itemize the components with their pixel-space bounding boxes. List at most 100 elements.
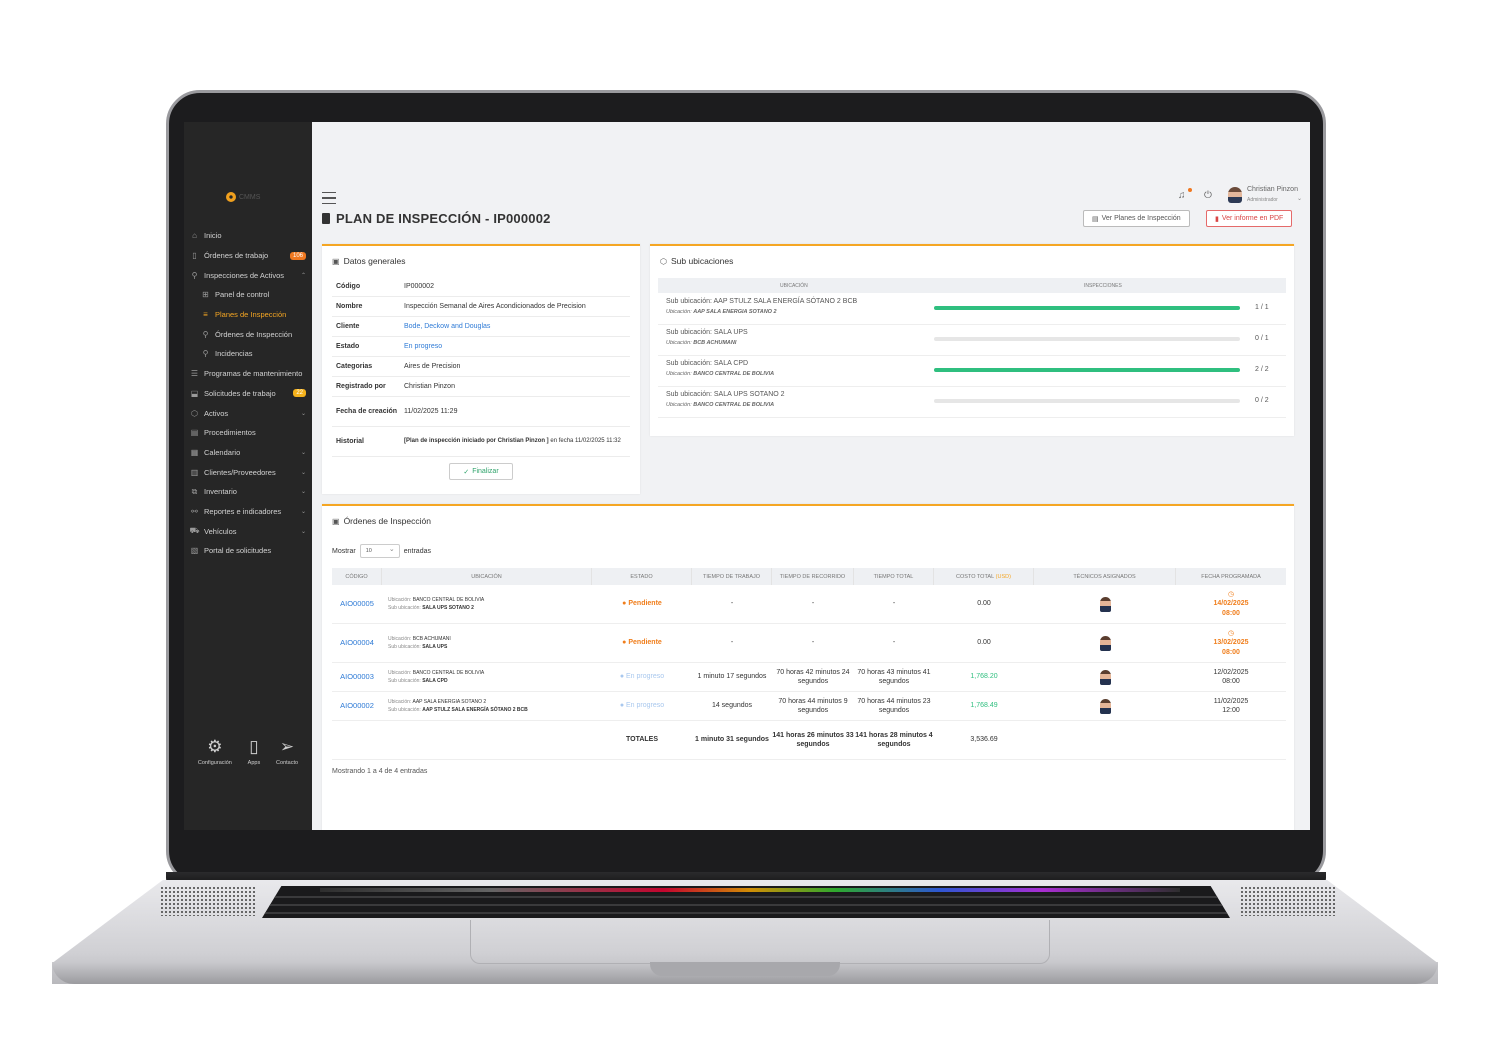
fecha-time: 08:00 bbox=[1222, 678, 1240, 685]
column-header[interactable]: FECHA PROGRAMADA bbox=[1176, 568, 1286, 585]
order-code-link[interactable]: AIO00003 bbox=[340, 672, 374, 682]
trabajo-cell: - bbox=[730, 639, 734, 647]
sidebar-item-inspecciones[interactable]: ⚲ Inspecciones de Activos ⌃ bbox=[184, 265, 312, 285]
column-header[interactable]: ESTADO bbox=[592, 568, 692, 585]
prefix: Sub ubicación: bbox=[666, 360, 712, 367]
trabajo-cell: 14 segundos bbox=[711, 702, 753, 710]
location-cell: Ubicación: BANCO CENTRAL DE BOLIVIA Sub … bbox=[382, 585, 592, 623]
avatar[interactable] bbox=[1099, 635, 1111, 651]
ordenes-inspeccion-card: ▣Órdenes de Inspección Mostrar 10 entrad… bbox=[322, 504, 1294, 830]
sidebar-item-portal[interactable]: ▧ Portal de solicitudes bbox=[184, 541, 312, 561]
avatar[interactable] bbox=[1099, 596, 1111, 612]
recorrido-cell: - bbox=[811, 639, 815, 647]
prefix: Ubicación: bbox=[388, 636, 412, 642]
sidebar-item-panel-control[interactable]: ⊞ Panel de control bbox=[184, 285, 312, 305]
sidebar-item-clientes[interactable]: ▥ Clientes/Proveedores ⌄ bbox=[184, 462, 312, 482]
tecnicos-cell bbox=[1034, 663, 1176, 691]
tecnicos-cell bbox=[1034, 624, 1176, 662]
progress-count: 1 / 1 bbox=[1255, 304, 1269, 311]
order-code-link[interactable]: AIO00005 bbox=[340, 599, 374, 609]
sidebar-item-activos[interactable]: ⬡ Activos ⌄ bbox=[184, 403, 312, 423]
sidebar-item-procedimientos[interactable]: ▤ Procedimientos bbox=[184, 423, 312, 443]
page-size-select[interactable]: 10 bbox=[359, 544, 400, 558]
fecha-cell: 11/02/2025 12:00 bbox=[1176, 692, 1286, 720]
avatar[interactable] bbox=[1099, 698, 1111, 714]
column-header[interactable]: TIEMPO DE TRABAJO bbox=[692, 568, 772, 585]
column-header[interactable]: COSTO TOTAL (USD) bbox=[934, 568, 1034, 585]
sidebar-item-calendario[interactable]: ▦ Calendario ⌄ bbox=[184, 443, 312, 463]
card-title-text: Sub ubicaciones bbox=[670, 256, 734, 266]
progress-fill bbox=[934, 306, 1240, 310]
tool-label: Contacto bbox=[276, 760, 299, 766]
power-icon[interactable]: ⏻ bbox=[1204, 190, 1212, 201]
sidebar-item-label: Planes de Inspección bbox=[215, 310, 287, 320]
chevron-down-icon[interactable]: ⌄ bbox=[1297, 195, 1302, 202]
speaker-left bbox=[160, 886, 256, 916]
field-row-fecha: Fecha de creación 11/02/2025 11:29 bbox=[332, 397, 630, 427]
column-header[interactable]: TIEMPO DE RECORRIDO bbox=[772, 568, 854, 585]
sidebar-item-vehiculos[interactable]: ⛟ Vehículos ⌄ bbox=[184, 521, 312, 541]
sub-location-text: BCB ACHUMANI bbox=[693, 340, 737, 346]
status-text: Pendiente bbox=[628, 600, 662, 608]
avatar[interactable] bbox=[1099, 669, 1111, 685]
column-header[interactable]: CÓDIGO bbox=[332, 568, 382, 585]
progress-count: 0 / 1 bbox=[1255, 335, 1269, 342]
table-row[interactable]: AIO00003 Ubicación: BANCO CENTRAL DE BOL… bbox=[332, 663, 1286, 692]
column-header[interactable]: TIEMPO TOTAL bbox=[854, 568, 934, 585]
page-header: PLAN DE INSPECCIÓN - IP000002 bbox=[322, 211, 551, 226]
finalizar-button[interactable]: ✓ Finalizar bbox=[449, 463, 513, 480]
sidebar-item-inicio[interactable]: ⌂ Inicio bbox=[184, 226, 312, 246]
prefix: Sub ubicación: bbox=[388, 644, 421, 650]
sidebar-item-ordenes-trabajo[interactable]: ▯ Órdenes de trabajo 106 bbox=[184, 246, 312, 266]
sidebar-item-solicitudes[interactable]: ⬓ Solicitudes de trabajo 22 bbox=[184, 384, 312, 404]
table-row[interactable]: AIO00004 Ubicación: BCB ACHUMANI Sub ubi… bbox=[332, 624, 1286, 663]
field-label: Código bbox=[336, 282, 361, 290]
column-header[interactable]: TÉCNICOS ASIGNADOS bbox=[1034, 568, 1176, 585]
sidebar-item-inventario[interactable]: ⧉ Inventario ⌄ bbox=[184, 482, 312, 502]
user-name[interactable]: Christian Pinzon bbox=[1247, 186, 1298, 193]
progress-count: 2 / 2 bbox=[1255, 366, 1269, 373]
avatar[interactable] bbox=[1228, 187, 1242, 203]
sub-location-text: AAP SALA ENERGIA SOTANO 2 bbox=[693, 309, 777, 315]
fecha-time: 12:00 bbox=[1222, 707, 1240, 714]
fecha-cell: 12/02/2025 08:00 bbox=[1176, 663, 1286, 691]
field-row-cliente: Cliente Bode, Deckow and Douglas bbox=[332, 317, 630, 337]
column-header[interactable]: UBICACIÓN bbox=[382, 568, 592, 585]
sidebar-item-programas[interactable]: ☰ Programas de mantenimiento bbox=[184, 364, 312, 384]
card-title-text: Datos generales bbox=[343, 256, 406, 266]
card-title: ▣ Órdenes de Inspección bbox=[332, 516, 431, 526]
column-header: UBICACIÓN bbox=[780, 283, 808, 289]
cliente-link[interactable]: Bode, Deckow and Douglas bbox=[404, 322, 630, 331]
alert-icon: ⚲ bbox=[202, 349, 209, 359]
table-row[interactable]: AIO00005 Ubicación: BANCO CENTRAL DE BOL… bbox=[332, 585, 1286, 624]
sidebar-menu: ⌂ Inicio ▯ Órdenes de trabajo 106 ⚲ Inspecci… bbox=[184, 226, 312, 561]
sub-name: Sub ubicación: SALA UPS SOTANO 2 bbox=[666, 391, 785, 398]
ver-pdf-button[interactable]: ▮ Ver informe en PDF bbox=[1206, 210, 1293, 227]
sidebar-item-incidencias[interactable]: ⚲ Incidencias bbox=[184, 344, 312, 364]
order-code-link[interactable]: AIO00004 bbox=[340, 638, 374, 648]
order-code-link[interactable]: AIO00002 bbox=[340, 701, 374, 711]
sub-location: Ubicación: BCB ACHUMANI bbox=[666, 340, 736, 346]
sidebar-item-reportes[interactable]: ⚯ Reportes e indicadores ⌄ bbox=[184, 502, 312, 522]
hamburger-menu-icon[interactable] bbox=[322, 192, 336, 204]
recorrido-cell: 70 horas 42 minutos 24 segundos bbox=[776, 668, 850, 686]
ver-planes-button[interactable]: ▤ Ver Planes de Inspección bbox=[1083, 210, 1190, 227]
estado-value: En progreso bbox=[404, 343, 443, 350]
prefix: Ubicación: bbox=[666, 309, 692, 315]
fecha-cell: ◷ 14/02/2025 08:00 bbox=[1176, 585, 1286, 623]
card-title: ▣ Datos generales bbox=[332, 256, 405, 266]
table-row[interactable]: AIO00002 Ubicación: AAP SALA ENERGIA SOT… bbox=[332, 692, 1286, 721]
apps-button[interactable]: ▯ Apps bbox=[248, 738, 261, 767]
chevron-down-icon: ⌄ bbox=[300, 410, 306, 417]
totals-costo: 3,536.69 bbox=[970, 736, 998, 744]
bell-icon[interactable]: ♫ bbox=[1178, 190, 1186, 201]
sidebar-item-ordenes-inspeccion[interactable]: ⚲ Órdenes de Inspección bbox=[184, 324, 312, 344]
top-bar: ♫ ⏻ Christian Pinzon Administrador ⌄ bbox=[312, 182, 1310, 212]
contacto-button[interactable]: ➢ Contacto bbox=[276, 738, 299, 767]
sidebar-item-planes-inspeccion[interactable]: ≡ Planes de Inspección bbox=[184, 305, 312, 325]
configuracion-button[interactable]: ⚙ Configuración bbox=[198, 738, 232, 767]
prefix: Ubicación: bbox=[388, 597, 412, 603]
lid-notch bbox=[650, 962, 840, 976]
status-cell: ● En progreso bbox=[592, 692, 692, 720]
app-logo[interactable]: CMMS bbox=[226, 192, 260, 202]
